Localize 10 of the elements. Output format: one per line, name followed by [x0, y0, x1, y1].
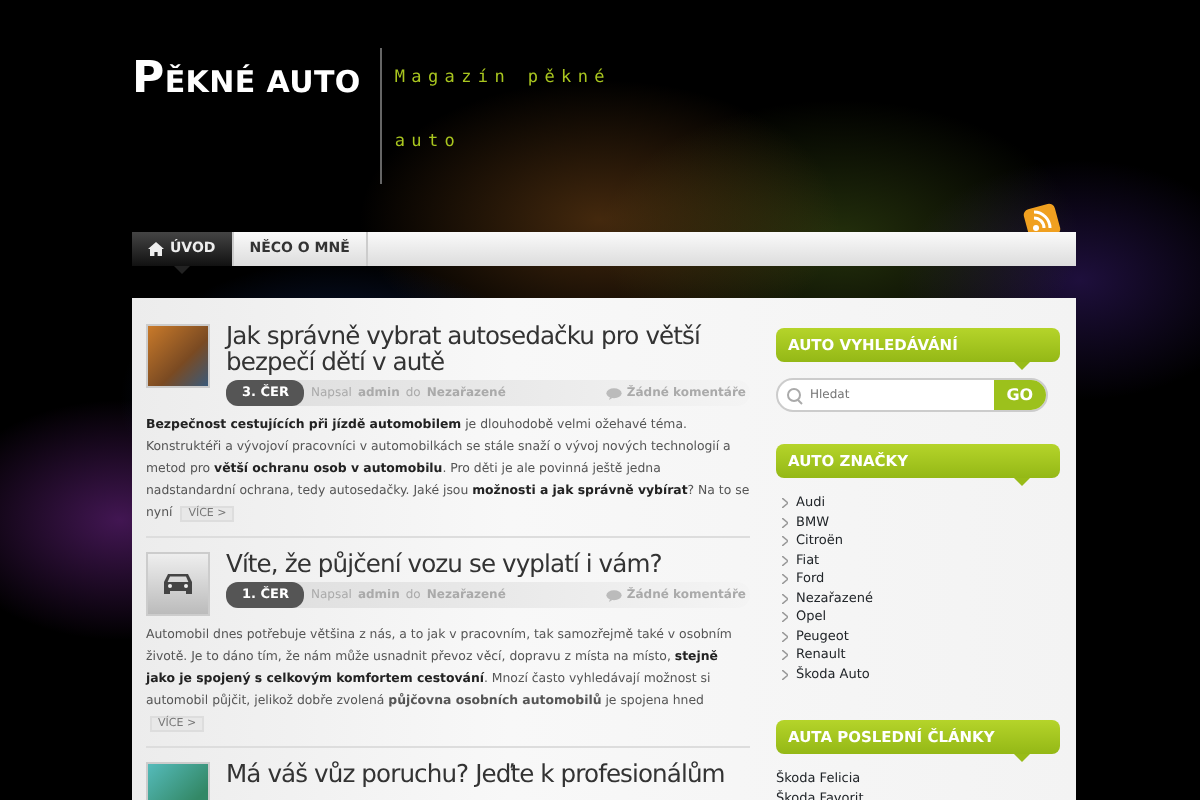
- site-tagline: Magazín pěkné auto: [394, 66, 613, 156]
- site-title[interactable]: PĚKNÉ AUTO: [132, 58, 381, 232]
- post-title[interactable]: Má váš vůz poruchu? Jeďte k profesionálům: [226, 762, 750, 788]
- car-icon: [162, 572, 194, 596]
- comment-icon: [606, 589, 623, 601]
- post-title[interactable]: Jak správně vybrat autosedačku pro větší bezpečí dětí v autě: [226, 324, 750, 376]
- post-thumbnail[interactable]: [146, 552, 210, 616]
- post-title[interactable]: Víte, že půjčení vozu se vyplatí i vám?: [226, 552, 750, 578]
- photo-placeholder[interactable]: [146, 324, 210, 388]
- comment-icon: [606, 387, 623, 399]
